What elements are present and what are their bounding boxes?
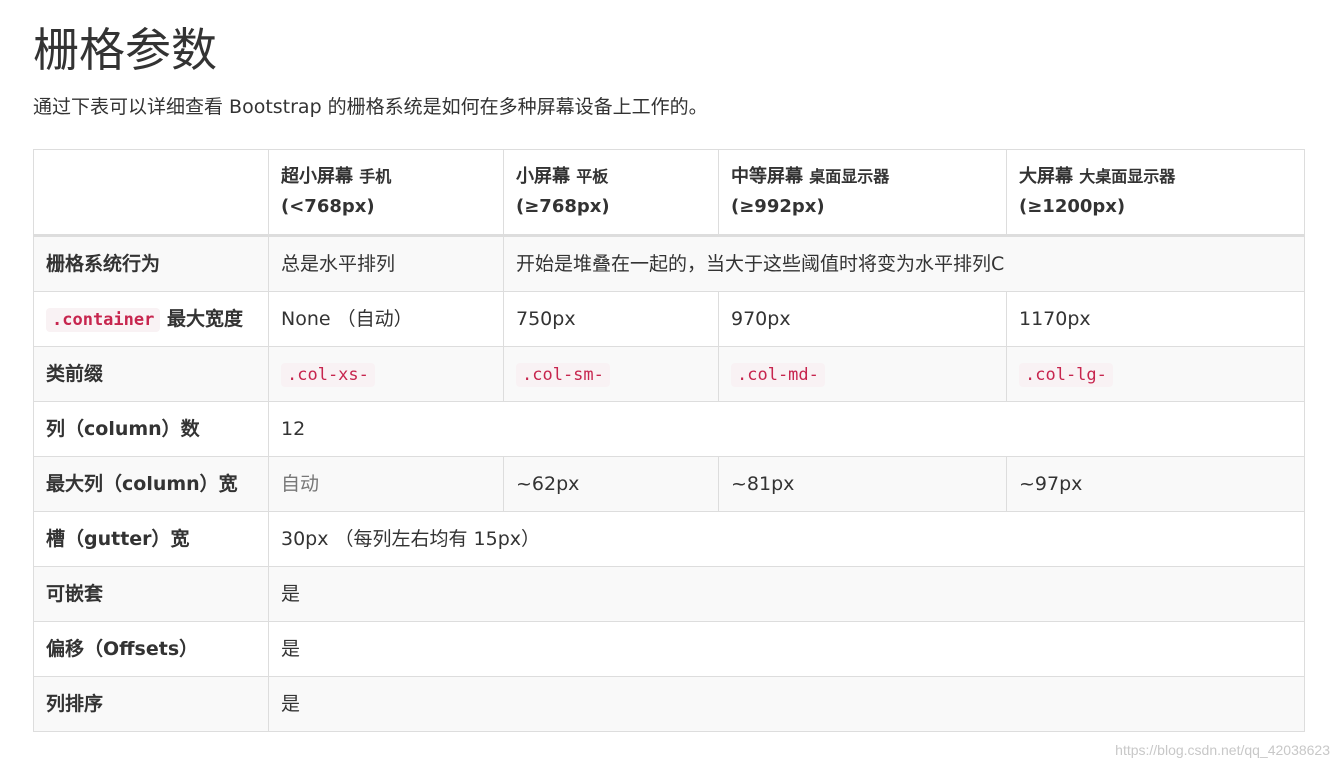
container-label: 最大宽度 bbox=[166, 307, 243, 330]
page: 栅格参数 通过下表可以详细查看 Bootstrap 的栅格系统是如何在多种屏幕设… bbox=[0, 0, 1340, 768]
row-label: 列（column）数 bbox=[33, 401, 269, 457]
header-md-main: 中等屏幕 bbox=[731, 166, 803, 187]
cell-value: 12 bbox=[268, 401, 1305, 457]
header-xs: 超小屏幕 手机 (<768px) bbox=[268, 149, 504, 237]
cell-lg: ~97px bbox=[1006, 456, 1305, 512]
cell-value: 是 bbox=[268, 621, 1305, 677]
cell-value: 是 bbox=[268, 566, 1305, 622]
header-md-range: (≥992px) bbox=[731, 196, 825, 217]
prefix-xs-code: .col-xs- bbox=[281, 362, 375, 387]
table-row-offsets: 偏移（Offsets） 是 bbox=[33, 621, 1305, 677]
row-label: 槽（gutter）宽 bbox=[33, 511, 269, 567]
cell-sm: ~62px bbox=[503, 456, 719, 512]
table-row-gutter: 槽（gutter）宽 30px （每列左右均有 15px） bbox=[33, 511, 1305, 567]
header-md-small: 桌面显示器 bbox=[809, 167, 890, 186]
container-code: .container bbox=[46, 307, 161, 332]
cell-lg: .col-lg- bbox=[1006, 346, 1305, 402]
header-lg-range: (≥1200px) bbox=[1019, 196, 1126, 217]
cell-lg: 1170px bbox=[1006, 291, 1305, 347]
page-title: 栅格参数 bbox=[33, 23, 217, 77]
table-row-container: .container 最大宽度 None （自动） 750px 970px 11… bbox=[33, 291, 1305, 347]
watermark: https://blog.csdn.net/qq_42038623 bbox=[1115, 742, 1330, 758]
grid-options-table: 超小屏幕 手机 (<768px) 小屏幕 平板 (≥768px) 中等屏幕 桌面… bbox=[33, 149, 1305, 732]
table-row-behavior: 栅格系统行为 总是水平排列 开始是堆叠在一起的，当大于这些阈值时将变为水平排列C bbox=[33, 235, 1305, 292]
header-xs-main: 超小屏幕 bbox=[281, 166, 353, 187]
header-lg-small: 大桌面显示器 bbox=[1079, 167, 1176, 186]
header-lg-main: 大屏幕 bbox=[1019, 166, 1073, 187]
prefix-md-code: .col-md- bbox=[731, 362, 825, 387]
cell-md: .col-md- bbox=[718, 346, 1007, 402]
cell-xs: None （自动） bbox=[268, 291, 504, 347]
cell-sm: .col-sm- bbox=[503, 346, 719, 402]
prefix-sm-code: .col-sm- bbox=[516, 362, 610, 387]
cell-xs: 自动 bbox=[268, 456, 504, 512]
cell-xs: .col-xs- bbox=[268, 346, 504, 402]
table-row-nestable: 可嵌套 是 bbox=[33, 566, 1305, 622]
row-label: 偏移（Offsets） bbox=[33, 621, 269, 677]
page-lead: 通过下表可以详细查看 Bootstrap 的栅格系统是如何在多种屏幕设备上工作的… bbox=[33, 96, 708, 118]
header-xs-range: (<768px) bbox=[281, 196, 375, 217]
header-sm: 小屏幕 平板 (≥768px) bbox=[503, 149, 719, 237]
header-md: 中等屏幕 桌面显示器 (≥992px) bbox=[718, 149, 1007, 237]
header-xs-small: 手机 bbox=[359, 167, 392, 186]
cell-value: 是 bbox=[268, 676, 1305, 732]
row-label: .container 最大宽度 bbox=[33, 291, 269, 347]
header-sm-main: 小屏幕 bbox=[516, 166, 570, 187]
row-label: 类前缀 bbox=[33, 346, 269, 402]
row-label: 栅格系统行为 bbox=[33, 235, 269, 292]
row-label: 最大列（column）宽 bbox=[33, 456, 269, 512]
cell-rest: 开始是堆叠在一起的，当大于这些阈值时将变为水平排列C bbox=[503, 235, 1305, 292]
header-empty bbox=[33, 149, 269, 237]
prefix-lg-code: .col-lg- bbox=[1019, 362, 1113, 387]
cell-sm: 750px bbox=[503, 291, 719, 347]
table-row-prefix: 类前缀 .col-xs- .col-sm- .col-md- .col-lg- bbox=[33, 346, 1305, 402]
row-label: 列排序 bbox=[33, 676, 269, 732]
table-row-ordering: 列排序 是 bbox=[33, 676, 1305, 732]
cell-xs: 总是水平排列 bbox=[268, 235, 504, 292]
header-sm-range: (≥768px) bbox=[516, 196, 610, 217]
header-lg: 大屏幕 大桌面显示器 (≥1200px) bbox=[1006, 149, 1305, 237]
table-header-row: 超小屏幕 手机 (<768px) 小屏幕 平板 (≥768px) 中等屏幕 桌面… bbox=[33, 149, 1305, 237]
header-sm-small: 平板 bbox=[576, 167, 609, 186]
cell-md: 970px bbox=[718, 291, 1007, 347]
row-label: 可嵌套 bbox=[33, 566, 269, 622]
cell-value: 30px （每列左右均有 15px） bbox=[268, 511, 1305, 567]
table-row-max-col: 最大列（column）宽 自动 ~62px ~81px ~97px bbox=[33, 456, 1305, 512]
table-row-columns: 列（column）数 12 bbox=[33, 401, 1305, 457]
cell-md: ~81px bbox=[718, 456, 1007, 512]
